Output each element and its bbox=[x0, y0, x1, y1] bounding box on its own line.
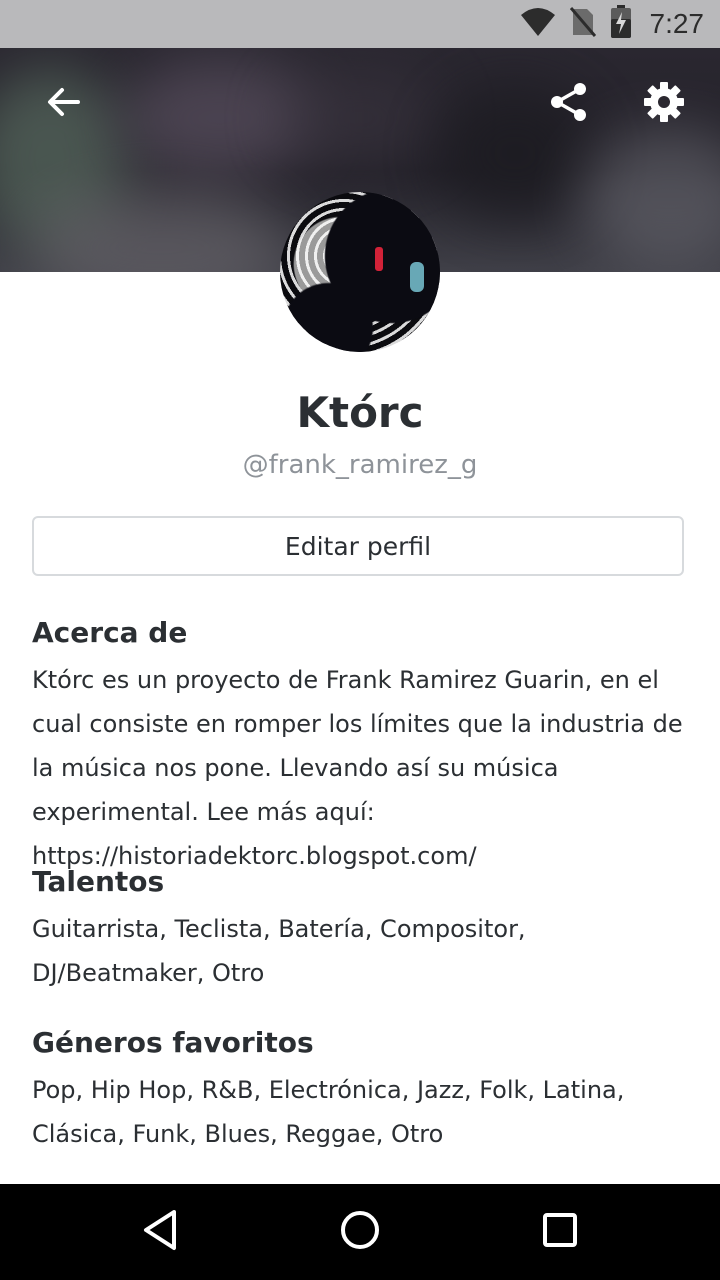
genres-text: Pop, Hip Hop, R&B, Electrónica, Jazz, Fo… bbox=[32, 1076, 625, 1148]
about-section: Acerca de Którc es un proyecto de Frank … bbox=[32, 616, 692, 878]
about-title: Acerca de bbox=[32, 616, 188, 649]
profile-handle: @frank_ramirez_g bbox=[242, 450, 478, 480]
back-triangle-icon bbox=[140, 1208, 180, 1256]
share-icon bbox=[548, 81, 588, 127]
battery-charging-icon bbox=[610, 5, 632, 43]
home-circle-icon bbox=[338, 1208, 382, 1256]
clock: 7:27 bbox=[649, 8, 705, 39]
gear-icon bbox=[643, 81, 685, 127]
talents-section: Talentos Guitarrista, Teclista, Batería,… bbox=[32, 865, 692, 995]
back-arrow-icon bbox=[46, 84, 82, 124]
talents-title: Talentos bbox=[32, 865, 165, 898]
nav-back-button[interactable] bbox=[100, 1184, 220, 1280]
wifi-icon bbox=[520, 7, 556, 41]
avatar[interactable] bbox=[280, 192, 440, 352]
talents-text: Guitarrista, Teclista, Batería, Composit… bbox=[32, 915, 526, 987]
back-button[interactable] bbox=[28, 68, 100, 140]
share-button[interactable] bbox=[532, 68, 604, 140]
genres-title: Géneros favoritos bbox=[32, 1026, 314, 1059]
nav-recents-button[interactable] bbox=[500, 1184, 620, 1280]
about-text[interactable]: Którc es un proyecto de Frank Ramirez Gu… bbox=[32, 658, 692, 878]
profile-name: Którc bbox=[296, 388, 424, 437]
genres-section: Géneros favoritos Pop, Hip Hop, R&B, Ele… bbox=[32, 1026, 692, 1156]
status-bar: 7:27 bbox=[0, 0, 720, 48]
nav-home-button[interactable] bbox=[300, 1184, 420, 1280]
edit-profile-button[interactable]: Editar perfil bbox=[32, 516, 684, 576]
navigation-bar bbox=[0, 1184, 720, 1280]
settings-button[interactable] bbox=[628, 68, 700, 140]
no-sim-icon bbox=[569, 7, 596, 41]
recents-square-icon bbox=[540, 1210, 580, 1254]
